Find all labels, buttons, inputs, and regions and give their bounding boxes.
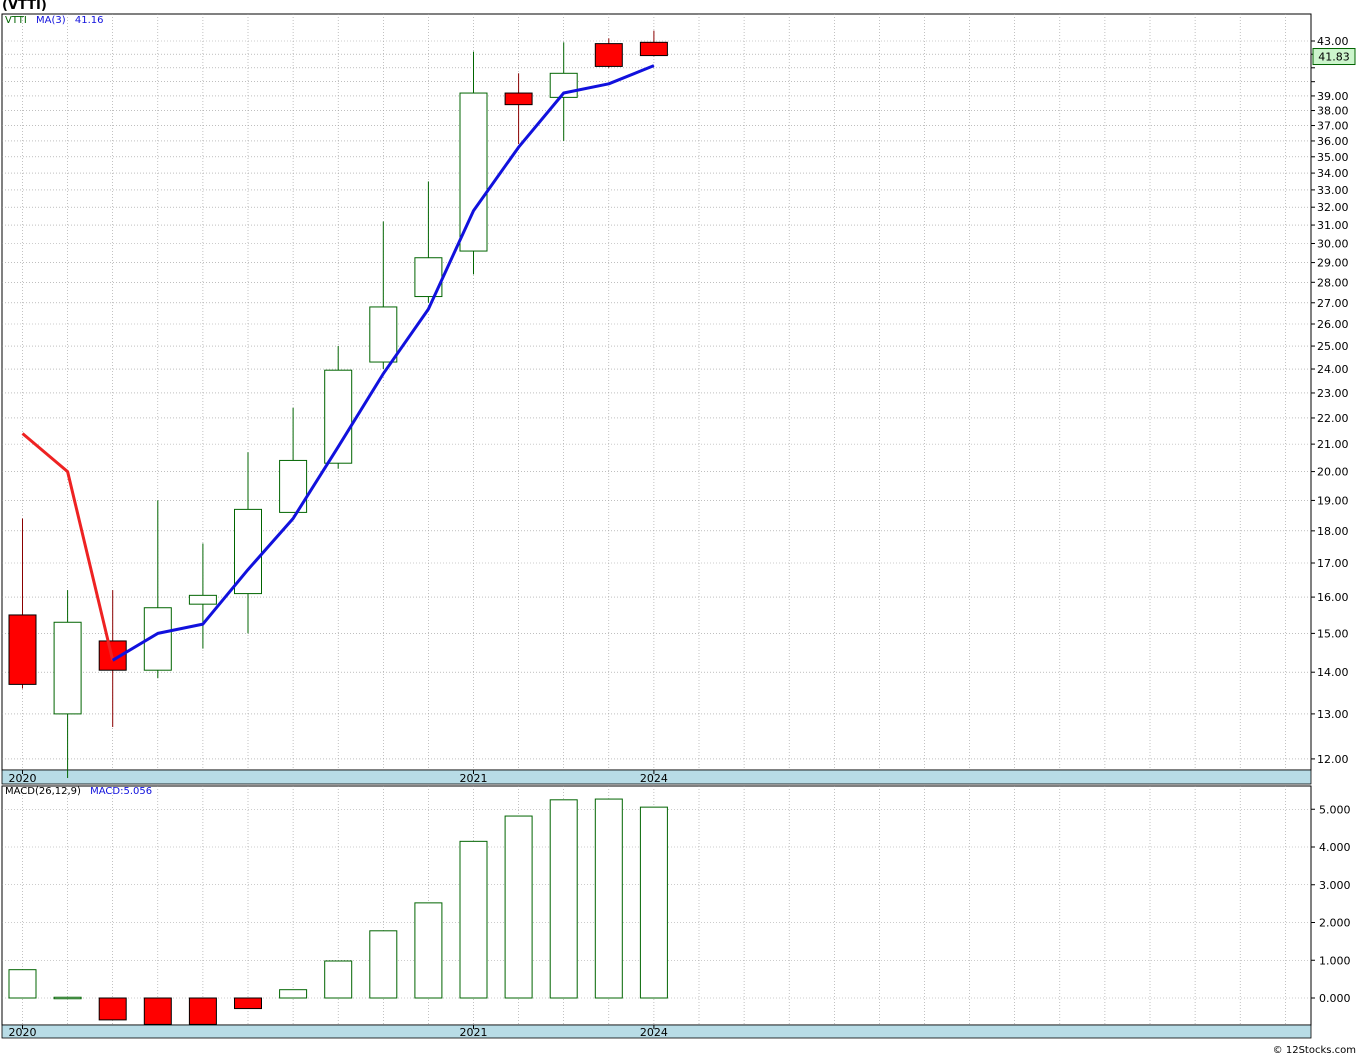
x-tick-label: 2021 [460, 772, 488, 785]
legend-symbol: VTTI [5, 15, 27, 26]
candle-body [504, 92, 533, 106]
x-tick-label: 2020 [9, 772, 37, 785]
legend-macd-label: MACD(26,12,9) [5, 786, 81, 797]
price-ytick-label: 39.00 [1317, 90, 1349, 103]
price-ytick-label: 30.00 [1317, 238, 1349, 251]
macd-ytick-label: 5.000 [1319, 803, 1351, 816]
price-ytick-label: 37.00 [1317, 120, 1349, 133]
price-ytick-label: 23.00 [1317, 387, 1349, 400]
price-ytick-label: 27.00 [1317, 297, 1349, 310]
price-ytick-label: 38.00 [1317, 105, 1349, 118]
price-legend: VTTI MA(3) 41.16 [5, 15, 110, 26]
price-ytick-label: 28.00 [1317, 276, 1349, 289]
macd-ytick-label: 4.000 [1319, 841, 1351, 854]
macd-bar [234, 997, 262, 1010]
macd-bar [504, 815, 533, 999]
price-ytick-label: 32.00 [1317, 201, 1349, 214]
x-tick-label: 2024 [640, 1026, 668, 1039]
legend-ma-value: 41.16 [74, 15, 104, 26]
candle-body [459, 92, 488, 252]
candle-body [188, 594, 217, 605]
price-ytick-label: 22.00 [1317, 412, 1349, 425]
x-tick-label: 2021 [460, 1026, 488, 1039]
x-tick-label: 2024 [640, 772, 668, 785]
price-ytick-label: 29.00 [1317, 257, 1349, 270]
price-ytick-label: 20.00 [1317, 466, 1349, 479]
price-panel [1, 13, 1312, 771]
price-ytick-label: 14.00 [1317, 666, 1349, 679]
last-price-tag-label: 41.83 [1318, 51, 1350, 64]
candle-body [594, 43, 623, 67]
price-ytick-label: 25.00 [1317, 340, 1349, 353]
price-ytick-label: 34.00 [1317, 167, 1349, 180]
price-ytick-label: 12.00 [1317, 753, 1349, 766]
macd-bar [53, 996, 82, 1000]
macd-bar [188, 997, 217, 1025]
x-tick-label: 2020 [9, 1026, 37, 1039]
price-ytick-label: 33.00 [1317, 184, 1349, 197]
macd-bar [414, 902, 443, 999]
macd-ytick-label: 1.000 [1319, 954, 1351, 967]
macd-bar [324, 960, 353, 999]
macd-legend: MACD(26,12,9) MACD:5.056 [5, 786, 158, 797]
price-ytick-label: 17.00 [1317, 557, 1349, 570]
price-ytick-label: 15.00 [1317, 627, 1349, 640]
price-ytick-label: 21.00 [1317, 438, 1349, 451]
macd-bar [549, 799, 578, 999]
price-ytick-label: 16.00 [1317, 591, 1349, 604]
candle-body [53, 621, 82, 715]
price-ytick-label: 18.00 [1317, 525, 1349, 538]
macd-ytick-label: 0.000 [1319, 992, 1351, 1005]
price-ytick-label: 31.00 [1317, 219, 1349, 232]
price-ytick-label: 26.00 [1317, 318, 1349, 331]
macd-bar [8, 969, 37, 999]
price-ytick-label: 13.00 [1317, 708, 1349, 721]
price-ytick-label: 19.00 [1317, 494, 1349, 507]
price-ytick-label: 36.00 [1317, 135, 1349, 148]
legend-ma-label: MA(3) [36, 15, 66, 26]
macd-bar [98, 997, 127, 1021]
macd-bar [369, 930, 398, 999]
chart-canvas: 12.00 13.00 14.00 15.00 16.00 17.00 18.00 19.00… [1, 13, 1356, 1039]
macd-bar [594, 798, 623, 999]
legend-macd-value: MACD:5.056 [90, 786, 153, 797]
price-ytick-label: 43.00 [1317, 35, 1349, 48]
candle-body [639, 41, 668, 57]
macd-bar [279, 989, 308, 999]
macd-ytick-label: 3.000 [1319, 879, 1351, 892]
macd-bar [459, 840, 488, 999]
candle-body [8, 614, 37, 685]
price-ytick-label: 24.00 [1317, 363, 1349, 376]
chart-title: (VTTI) [2, 0, 47, 13]
macd-bar [639, 806, 668, 999]
candle-body [369, 306, 398, 363]
price-ytick-label: 35.00 [1317, 151, 1349, 164]
copyright-text: © 12Stocks.com [1272, 1045, 1356, 1056]
macd-bar [143, 997, 172, 1025]
macd-ytick-label: 2.000 [1319, 917, 1351, 930]
